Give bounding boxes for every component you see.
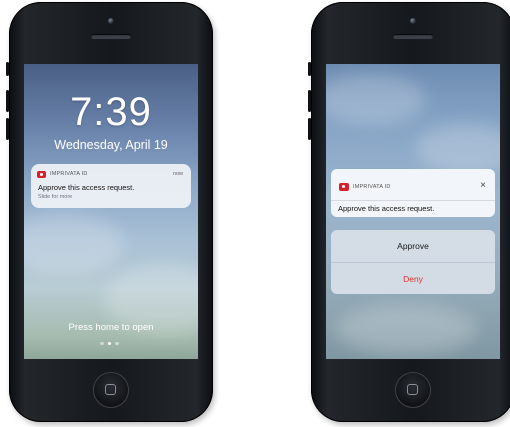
- deny-button[interactable]: Deny: [331, 262, 495, 294]
- phone-expanded-notification: IMPRIVATA ID × Approve this access reque…: [308, 2, 510, 422]
- notification-hint: Slide for more: [38, 194, 73, 200]
- earpiece-speaker: [393, 34, 433, 39]
- divider: [331, 200, 495, 201]
- approve-button[interactable]: Approve: [331, 230, 495, 262]
- page-dot: [115, 341, 119, 345]
- notification-message: Approve this access request.: [38, 183, 135, 192]
- close-icon[interactable]: ×: [480, 180, 486, 191]
- lock-date: Wednesday, April 19: [54, 138, 168, 152]
- blurred-screen: IMPRIVATA ID × Approve this access reque…: [326, 64, 500, 359]
- page-dot: [100, 341, 104, 345]
- expanded-notification-card: IMPRIVATA ID × Approve this access reque…: [331, 169, 495, 217]
- imprivata-app-icon: [339, 183, 349, 191]
- earpiece-speaker: [91, 34, 131, 39]
- phone-lock-screen: 7:39 Wednesday, April 19 IMPRIVATA ID no…: [6, 2, 213, 422]
- wallpaper-cloud: [416, 124, 500, 174]
- page-dot-active: [107, 341, 111, 345]
- notification-actions: Approve Deny: [331, 230, 495, 294]
- wallpaper-cloud: [24, 214, 124, 274]
- home-button[interactable]: [93, 372, 129, 408]
- notification-message: Approve this access request.: [338, 204, 435, 213]
- lock-screen: 7:39 Wednesday, April 19 IMPRIVATA ID no…: [24, 64, 198, 359]
- mute-switch: [6, 62, 9, 76]
- press-home-hint: Press home to open: [68, 322, 154, 333]
- mute-switch: [308, 62, 311, 76]
- wallpaper-cloud: [336, 304, 476, 354]
- home-square-icon: [407, 384, 418, 395]
- notification-app-name: IMPRIVATA ID: [50, 171, 88, 177]
- volume-up-button: [308, 90, 311, 112]
- notification-timestamp: now: [172, 171, 183, 177]
- volume-down-button: [6, 118, 9, 140]
- imprivata-app-icon: [37, 171, 46, 178]
- volume-down-button: [308, 118, 311, 140]
- home-square-icon: [105, 384, 116, 395]
- front-camera: [410, 18, 416, 24]
- front-camera: [108, 18, 114, 24]
- page-indicator: [100, 341, 119, 345]
- lock-time: 7:39: [70, 90, 152, 134]
- volume-up-button: [6, 90, 9, 112]
- push-notification[interactable]: IMPRIVATA ID now Approve this access req…: [31, 164, 191, 208]
- home-button[interactable]: [395, 372, 431, 408]
- notification-app-name: IMPRIVATA ID: [353, 184, 391, 190]
- wallpaper-cloud: [326, 74, 426, 124]
